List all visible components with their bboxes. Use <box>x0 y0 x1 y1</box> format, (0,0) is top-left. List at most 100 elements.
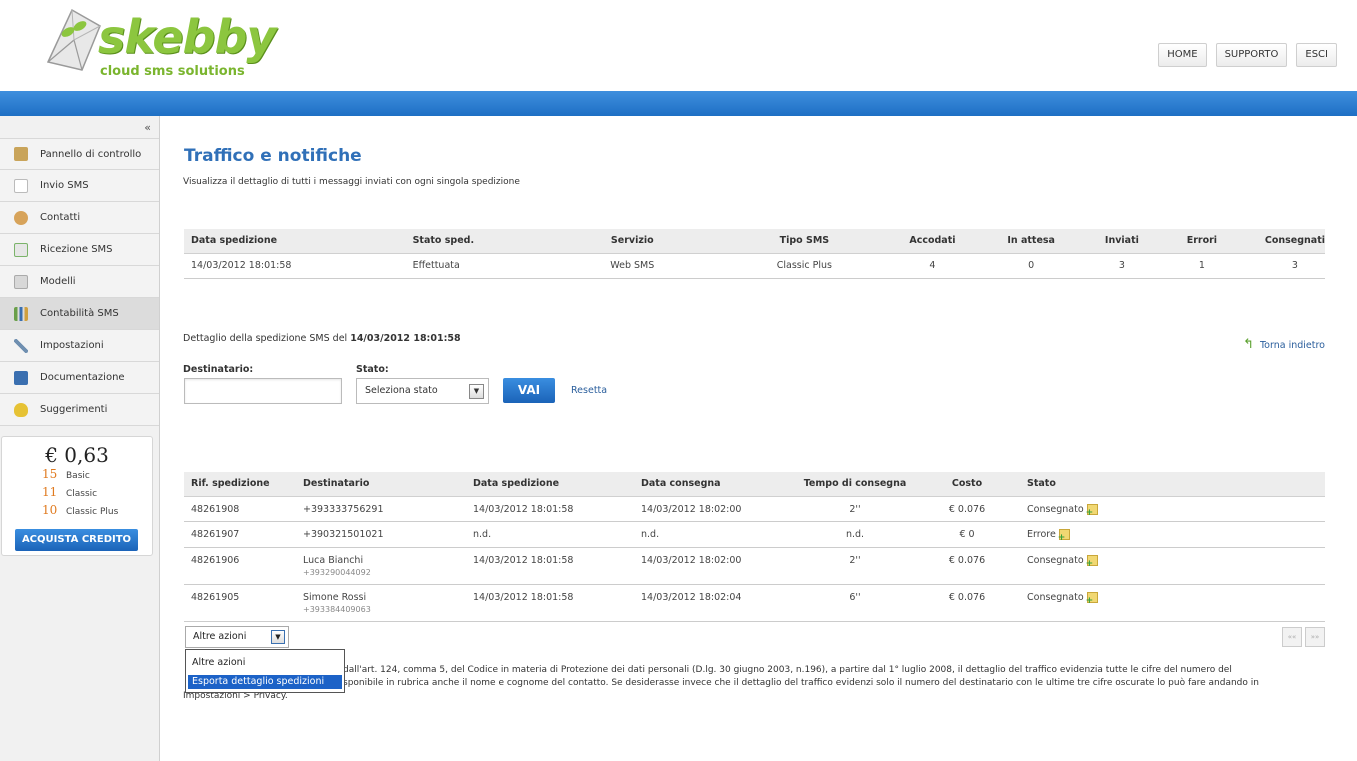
table-cell: Effettuata <box>405 253 564 279</box>
back-arrow-icon: ↰ <box>1243 337 1254 352</box>
ref-cell: 48261905 <box>184 584 296 622</box>
sidebar-item-label: Invio SMS <box>40 180 89 191</box>
sidebar-item-contatti[interactable]: Contatti <box>0 202 159 234</box>
cost-cell: € 0.076 <box>926 584 1008 622</box>
sidebar-item-modelli[interactable]: Modelli <box>0 266 159 298</box>
detail-heading: Dettaglio della spedizione SMS del 14/03… <box>183 333 461 344</box>
status-text: Consegnato <box>1027 503 1084 515</box>
privacy-line-1: dall'art. 124, comma 5, del Codice in ma… <box>343 665 1232 675</box>
page-title: Traffico e notifiche <box>184 146 362 166</box>
sidebar-item-invio-sms[interactable]: Invio SMS <box>0 170 159 202</box>
credit-type: Classic Plus <box>66 507 119 517</box>
column-header: Data consegna <box>634 472 784 497</box>
delivered-cell: n.d. <box>634 521 784 548</box>
sidebar-item-label: Ricezione SMS <box>40 244 113 255</box>
book-icon <box>14 370 28 385</box>
table-cell: Web SMS <box>563 253 702 279</box>
document-icon <box>14 178 28 193</box>
column-header: Servizio <box>563 229 702 254</box>
credit-count: 11 <box>42 485 58 499</box>
other-actions-dropdown: Altre azioni Esporta dettaglio spedizion… <box>185 649 345 693</box>
chevron-down-icon: ▼ <box>271 630 285 644</box>
lightbulb-icon <box>14 402 28 417</box>
home-icon <box>14 147 28 161</box>
next-page-button[interactable]: »» <box>1305 627 1325 647</box>
status-text: Consegnato <box>1027 554 1084 566</box>
column-header: Stato <box>1008 472 1325 497</box>
column-header: Stato sped. <box>405 229 564 254</box>
back-link[interactable]: ↰ Torna indietro <box>1243 337 1325 352</box>
table-cell: 4 <box>907 253 958 279</box>
sidebar-item-contabilita-sms[interactable]: Contabilità SMS <box>0 298 159 330</box>
sent-cell: 14/03/2012 18:01:58 <box>466 547 634 585</box>
logo-tagline: cloud sms solutions <box>100 64 245 79</box>
recipient-cell: Luca Bianchi +393290044092 <box>296 547 466 585</box>
delivered-cell: 14/03/2012 18:02:00 <box>634 547 784 585</box>
sidebar-item-suggerimenti[interactable]: Suggerimenti <box>0 394 159 426</box>
cost-cell: € 0.076 <box>926 496 1008 522</box>
buy-credit-button[interactable]: ACQUISTA CREDITO <box>15 529 138 551</box>
status-text: Consegnato <box>1027 591 1084 603</box>
status-cell: Consegnato <box>1008 496 1325 522</box>
state-select[interactable]: Seleziona stato ▼ <box>356 378 489 404</box>
recipient-name: Simone Rossi <box>303 591 367 603</box>
table-cell: Classic Plus <box>701 253 908 279</box>
support-button[interactable]: SUPPORTO <box>1215 43 1288 67</box>
status-detail-icon[interactable] <box>1086 591 1098 606</box>
table-row: 14/03/2012 18:01:58 Effettuata Web SMS C… <box>184 253 1325 279</box>
status-cell: Errore <box>1008 521 1325 548</box>
home-button[interactable]: HOME <box>1158 43 1207 67</box>
pagination: «« »» <box>1282 627 1325 647</box>
column-header: Rif. spedizione <box>184 472 296 497</box>
skebby-logo[interactable]: skebby cloud sms solutions <box>42 4 282 80</box>
column-header: In attesa <box>957 229 1105 254</box>
table-row: 48261905 Simone Rossi +393384409063 14/03… <box>184 584 1325 622</box>
column-header: Accodati <box>907 229 958 254</box>
sidebar-nav: Pannello di controllo Invio SMS Contatti… <box>0 138 159 426</box>
credit-type: Classic <box>66 489 98 499</box>
status-detail-icon[interactable] <box>1086 554 1098 569</box>
details-table: Rif. spedizione Destinatario Data spediz… <box>184 472 1325 622</box>
other-actions-select[interactable]: Altre azioni ▼ <box>185 626 289 648</box>
ref-cell: 48261907 <box>184 521 296 548</box>
page-subtitle: Visualizza il dettaglio di tutti i messa… <box>183 177 520 187</box>
sent-cell: 14/03/2012 18:01:58 <box>466 584 634 622</box>
reset-link[interactable]: Resetta <box>571 385 607 396</box>
recipient-cell: +393333756291 <box>296 496 466 522</box>
table-cell: 0 <box>957 253 1105 279</box>
bar-chart-icon <box>14 306 28 321</box>
logout-button[interactable]: ESCI <box>1296 43 1337 67</box>
ref-cell: 48261906 <box>184 547 296 585</box>
option-other-actions[interactable]: Altre azioni <box>186 656 344 670</box>
top-nav: HOME SUPPORTO ESCI <box>1158 43 1337 67</box>
sidebar-item-ricezione-sms[interactable]: Ricezione SMS <box>0 234 159 266</box>
recipient-name: +390321501021 <box>303 528 384 540</box>
table-cell: 3 <box>1104 253 1139 279</box>
table-cell: 1 <box>1138 253 1265 279</box>
sidebar: « Pannello di controllo Invio SMS Contat… <box>0 116 160 761</box>
credit-count: 10 <box>42 503 58 517</box>
prev-page-button[interactable]: «« <box>1282 627 1302 647</box>
collapse-sidebar-button[interactable]: « <box>144 121 151 134</box>
sidebar-item-documentazione[interactable]: Documentazione <box>0 362 159 394</box>
column-header: Data spedizione <box>184 229 406 254</box>
status-detail-icon[interactable] <box>1058 528 1070 543</box>
status-cell: Consegnato <box>1008 547 1325 585</box>
recipient-input[interactable] <box>184 378 342 404</box>
option-export-details[interactable]: Esporta dettaglio spedizioni <box>188 675 342 689</box>
sidebar-item-pannello[interactable]: Pannello di controllo <box>0 138 159 170</box>
recipient-phone: +393384409063 <box>303 604 371 614</box>
go-button[interactable]: VAI <box>503 378 555 403</box>
logo-text: skebby <box>98 10 276 64</box>
inbox-icon <box>14 242 28 257</box>
sidebar-item-impostazioni[interactable]: Impostazioni <box>0 330 159 362</box>
privacy-line-2: sponibile in rubrica anche il nome e cog… <box>343 678 1259 688</box>
table-header-row: Rif. spedizione Destinatario Data spediz… <box>184 472 1325 497</box>
status-detail-icon[interactable] <box>1086 503 1098 518</box>
column-header: Destinatario <box>296 472 466 497</box>
credit-row-basic: 15 Basic <box>42 467 152 485</box>
header-bar <box>0 91 1357 116</box>
column-header: Costo <box>926 472 1008 497</box>
status-cell: Consegnato <box>1008 584 1325 622</box>
time-cell: 2'' <box>784 547 926 585</box>
